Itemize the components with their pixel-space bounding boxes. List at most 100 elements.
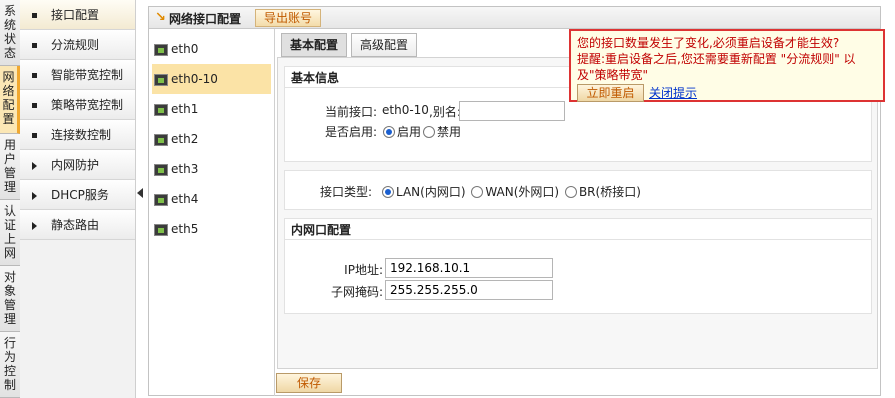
interface-type-radio-group: LAN(内网口) WAN(外网口) BR(桥接口) [382,183,641,200]
menu-item-smart-bandwidth[interactable]: 智能带宽控制 [20,60,135,90]
ethernet-port-icon [154,103,168,116]
ip-address-input[interactable] [385,258,553,278]
interface-item-eth1[interactable]: eth1 [152,94,271,124]
bullet-icon [32,103,37,108]
export-accounts-button[interactable]: 导出账号 [255,9,322,27]
enable-label: 是否启用: [325,125,378,139]
save-button[interactable]: 保存 [276,373,342,393]
page-title: 网络接口配置 [169,12,242,26]
close-tip-link[interactable]: 关闭提示 [649,85,697,101]
vtab-char: 系 [3,4,16,18]
collapse-sidebar-icon[interactable] [137,188,143,198]
interface-label: eth4 [171,192,199,206]
interface-item-eth0-10[interactable]: eth0-10 [152,64,271,94]
vtab-char: 配 [2,98,15,112]
interface-item-eth0[interactable]: eth0 [152,34,271,64]
interface-item-eth2[interactable]: eth2 [152,124,271,154]
menu-item-label: 内网防护 [51,158,100,172]
subnet-mask-label: 子网掩码: [330,285,383,299]
vtab-user-management[interactable]: 用 户 管 理 [0,134,20,200]
expand-arrow-icon [32,221,37,230]
vtab-char: 理 [3,180,16,194]
vtab-char: 统 [3,18,16,32]
alert-line: 提醒:重启设备之后,您还需要重新配置 "分流规则" 以 [577,52,856,66]
alias-label: ,别名: [429,105,461,119]
menu-item-label: 策略带宽控制 [51,98,124,112]
menu-item-dhcp-service[interactable]: DHCP服务 [20,180,135,210]
menu-item-interface-config[interactable]: 接口配置 [20,0,135,30]
alert-line: 及"策略带宽" [577,68,649,82]
interface-item-eth4[interactable]: eth4 [152,184,271,214]
ethernet-port-icon [154,73,168,86]
interface-label: eth0 [171,42,199,56]
interface-label: eth1 [171,102,199,116]
expand-arrow-icon [32,191,37,200]
vtab-system-status[interactable]: 系 统 状 态 [0,0,20,66]
config-tabs: 基本配置 高级配置 [281,33,421,57]
ethernet-port-icon [154,133,168,146]
vtab-behavior-control[interactable]: 行 为 控 制 [0,332,20,398]
interface-label: eth3 [171,162,199,176]
divider [285,239,871,240]
menu-item-label: 连接数控制 [51,128,112,142]
vtab-char: 网 [2,70,15,84]
menu-item-lan-protection[interactable]: 内网防护 [20,150,135,180]
current-interface-value: eth0-10 [382,103,429,117]
submenu: 接口配置 分流规则 智能带宽控制 策略带宽控制 连接数控制 内网防护 DHCP服… [20,0,136,398]
section-title: 内网口配置 [291,223,352,237]
interface-label: eth5 [171,222,199,236]
interface-item-eth3[interactable]: eth3 [152,154,271,184]
interface-item-eth5[interactable]: eth5 [152,214,271,244]
bullet-icon [32,73,37,78]
expand-arrow-icon [32,161,37,170]
br-radio[interactable] [564,186,577,198]
divider [274,29,275,396]
reboot-now-button[interactable]: 立即重启 [577,84,644,102]
menu-item-label: 接口配置 [51,8,100,22]
menu-item-policy-bandwidth[interactable]: 策略带宽控制 [20,90,135,120]
vtab-network-config[interactable]: 网 络 配 置 [0,66,20,134]
ethernet-port-icon [154,193,168,206]
br-option-label: BR(桥接口) [578,185,641,199]
bullet-icon [32,133,37,138]
vtab-char: 置 [2,112,15,126]
interface-label: eth2 [171,132,199,146]
vtab-char: 证 [3,218,16,232]
disable-radio[interactable] [423,126,436,138]
vtab-auth-online[interactable]: 认 证 上 网 [0,200,20,266]
menu-item-label: DHCP服务 [51,188,109,202]
tab-basic-config[interactable]: 基本配置 [281,33,348,57]
ethernet-port-icon [154,43,168,56]
menu-item-routing-rules[interactable]: 分流规则 [20,30,135,60]
vtab-char: 上 [3,232,16,246]
enable-radio-group: 启用 禁用 [383,123,461,140]
wan-radio[interactable] [471,186,484,198]
menu-item-label: 静态路由 [51,218,100,232]
tab-advanced-config[interactable]: 高级配置 [351,33,418,57]
menu-item-label: 分流规则 [51,38,100,52]
lan-radio[interactable] [382,186,394,198]
vtab-char: 网 [3,246,16,260]
vtab-object-management[interactable]: 对 象 管 理 [0,266,20,332]
bullet-icon [32,13,37,18]
menu-item-static-route[interactable]: 静态路由 [20,210,135,240]
title-bar: ↘ 网络接口配置 导出账号 [149,7,880,29]
current-interface-label: 当前接口: [325,105,378,119]
vtab-char: 象 [3,284,16,298]
enable-radio[interactable] [383,126,395,138]
reboot-alert: 您的接口数量发生了变化,必须重启设备才能生效? 提醒:重启设备之后,您还需要重新… [569,29,885,102]
vtab-char: 制 [3,378,16,392]
interface-list: eth0 eth0-10 eth1 eth2 eth3 eth4 eth5 [152,34,271,244]
menu-item-connection-limit[interactable]: 连接数控制 [20,120,135,150]
wan-option-label: WAN(外网口) [485,185,560,199]
arrow-down-right-icon: ↘ [155,10,166,25]
vtab-char: 用 [3,138,16,152]
alias-input[interactable] [459,101,565,121]
vtab-char: 控 [3,364,16,378]
alert-line: 您的接口数量发生了变化,必须重启设备才能生效? [577,36,840,50]
vtab-char: 络 [2,84,15,98]
disable-option-label: 禁用 [437,125,462,139]
lan-config-section: 内网口配置 IP地址: 子网掩码: [284,218,872,314]
vtab-char: 态 [3,46,16,60]
subnet-mask-input[interactable] [385,280,553,300]
